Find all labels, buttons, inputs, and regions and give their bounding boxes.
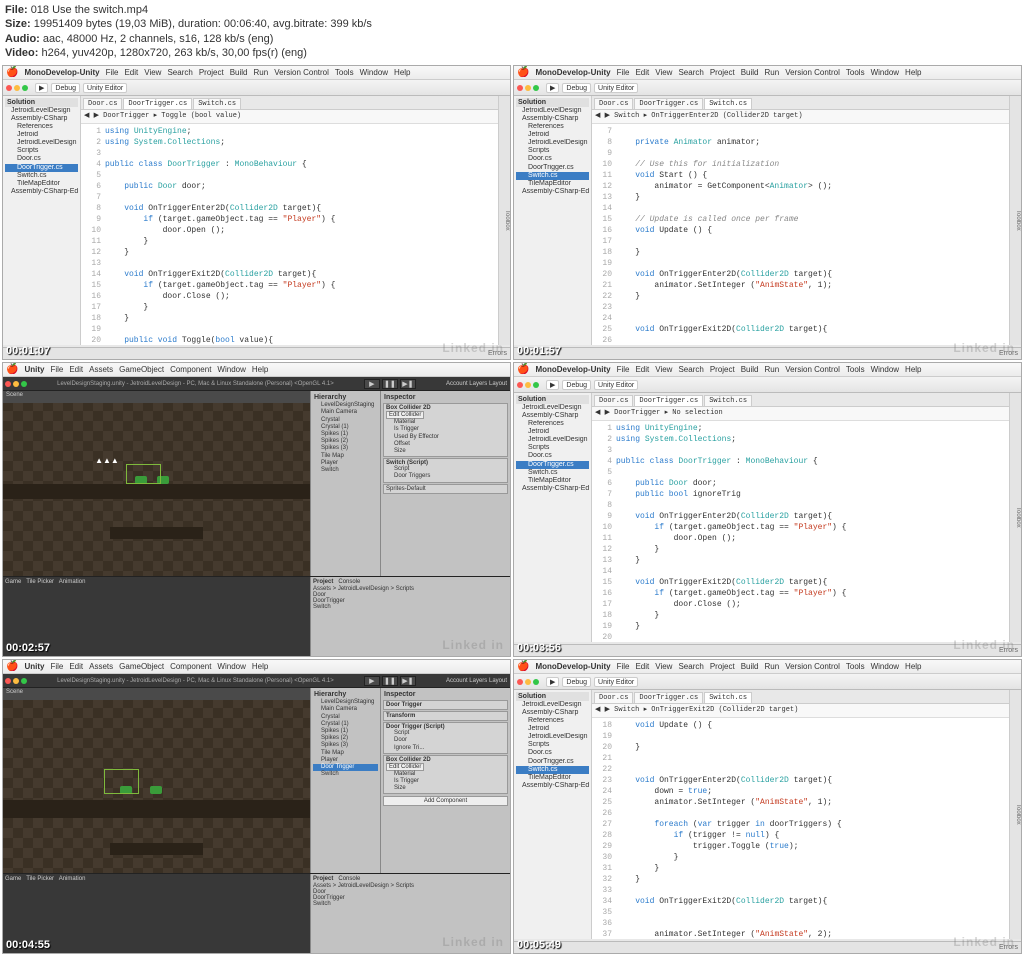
- step-button[interactable]: ▶❚: [400, 379, 416, 389]
- target-select[interactable]: Unity Editor: [83, 83, 127, 93]
- ide-toolbar: ▶ Debug Unity Editor: [3, 80, 510, 96]
- add-component-button[interactable]: Add Component: [383, 796, 508, 806]
- unity-toolbar: LevelDesignStaging.unity - JetroidLevelD…: [3, 377, 510, 391]
- scene-view[interactable]: Scene ▲▲▲: [3, 391, 310, 576]
- play-button[interactable]: ▶: [364, 379, 380, 389]
- run-button[interactable]: ▶: [35, 83, 48, 93]
- code-editor[interactable]: Door.csDoorTrigger.csSwitch.cs ◀ ▶ DoorT…: [81, 96, 498, 345]
- solution-pad[interactable]: Solution JetroidLevelDesign Assembly-CSh…: [3, 96, 81, 345]
- thumb-1: 🍎 MonoDevelop-Unity FileEditViewSearchPr…: [2, 65, 511, 360]
- thumb-4: 🍎 MonoDevelop-Unity FileEditViewSearchPr…: [513, 362, 1022, 657]
- mac-menubar[interactable]: 🍎 MonoDevelop-Unity FileEditViewSearchPr…: [3, 66, 510, 80]
- pause-button[interactable]: ❚❚: [382, 379, 398, 389]
- thumbnail-grid: 🍎 MonoDevelop-Unity FileEditViewSearchPr…: [0, 63, 1024, 956]
- thumb-3: 🍎 Unity FileEditAssetsGameObjectComponen…: [2, 362, 511, 657]
- minimize-icon[interactable]: [14, 85, 20, 91]
- thumb-5: 🍎 Unity FileEditAssetsGameObjectComponen…: [2, 659, 511, 954]
- config-select[interactable]: Debug: [51, 83, 80, 93]
- hierarchy-panel[interactable]: Hierarchy LevelDesignStaging Main Camera…: [310, 391, 380, 576]
- breadcrumb[interactable]: ◀ ▶ DoorTrigger ▸ Toggle (bool value): [81, 110, 498, 124]
- close-icon[interactable]: [6, 85, 12, 91]
- thumb-6: 🍎 MonoDevelop-Unity FileEditViewSearchPr…: [513, 659, 1022, 954]
- inspector-panel[interactable]: Inspector Box Collider 2D Edit Collider …: [380, 391, 510, 576]
- apple-icon[interactable]: 🍎: [517, 67, 529, 78]
- file-info-header: File: 018 Use the switch.mp4 Size: 19951…: [0, 0, 1024, 63]
- zoom-icon[interactable]: [22, 85, 28, 91]
- apple-icon[interactable]: 🍎: [6, 67, 18, 78]
- thumb-2: 🍎 MonoDevelop-Unity FileEditViewSearchPr…: [513, 65, 1022, 360]
- file-selected[interactable]: DoorTrigger.cs: [5, 164, 78, 172]
